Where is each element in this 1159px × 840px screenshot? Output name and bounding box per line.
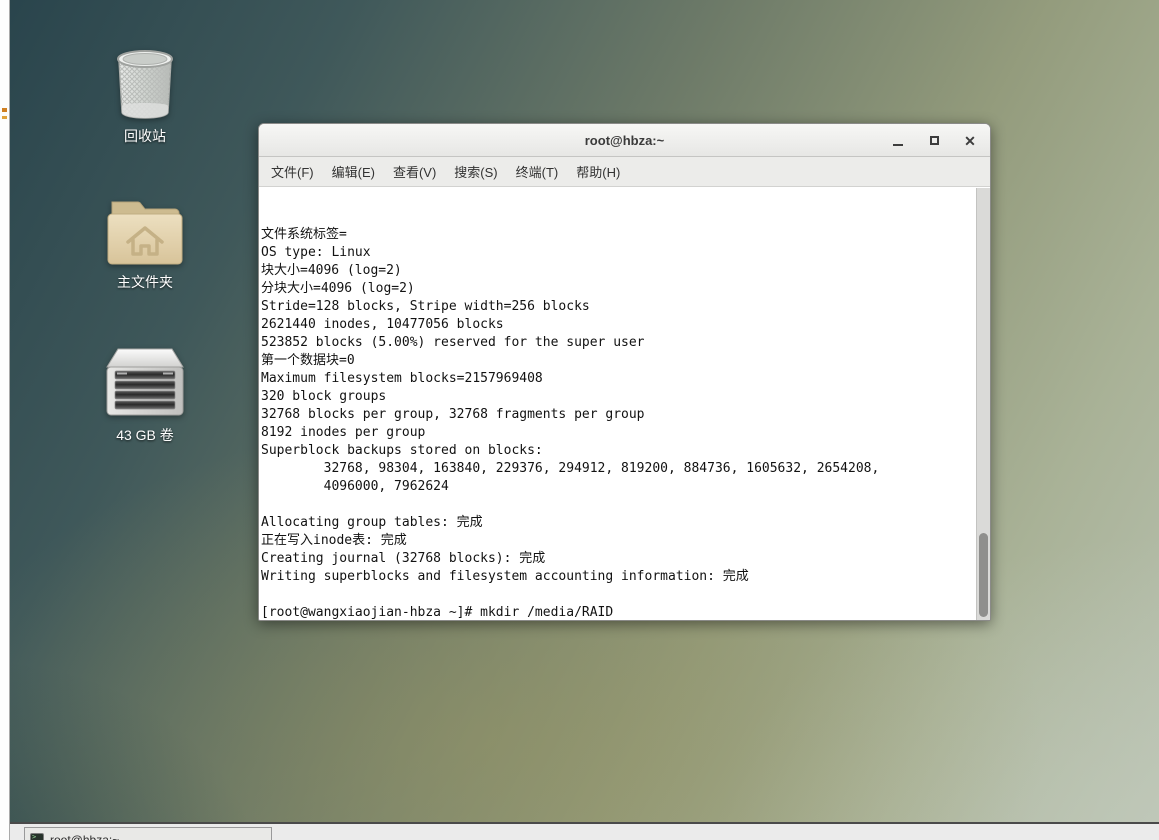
terminal-menubar: 文件(F) 编辑(E) 查看(V) 搜索(S) 终端(T) 帮助(H) xyxy=(259,157,990,187)
minimize-button[interactable] xyxy=(886,129,910,153)
trash-icon xyxy=(117,50,173,119)
terminal-line: 8192 inodes per group xyxy=(261,425,426,440)
terminal-line: OS type: Linux xyxy=(261,245,371,260)
close-icon: ✕ xyxy=(964,132,976,149)
maximize-icon xyxy=(929,136,939,145)
terminal-line: Allocating group tables: 完成 xyxy=(261,515,483,530)
terminal-line: Writing superblocks and filesystem accou… xyxy=(261,569,749,584)
terminal-scrollbar[interactable] xyxy=(976,188,990,620)
menu-item[interactable]: 编辑(E) xyxy=(323,157,384,186)
taskbar: root@hbza:~ xyxy=(10,822,1159,840)
terminal-line: 文件系统标签= xyxy=(261,227,347,242)
menu-item[interactable]: 文件(F) xyxy=(262,157,323,186)
terminal-line: 320 block groups xyxy=(261,389,387,404)
desktop-icon-label: 43 GB 卷 xyxy=(116,427,174,443)
window-title: root@hbza:~ xyxy=(584,133,665,148)
terminal-line: 第一个数据块=0 xyxy=(261,353,355,368)
terminal-line: 32768 blocks per group, 32768 fragments … xyxy=(261,407,645,422)
drive-volume-icon xyxy=(106,348,184,416)
vm-edge-strip xyxy=(0,0,10,840)
desktop-icon-label: 主文件夹 xyxy=(117,274,173,290)
terminal-line: [root@wangxiaojian-hbza ~]# mkdir /media… xyxy=(261,605,614,620)
scrollbar-thumb[interactable] xyxy=(979,533,988,617)
menu-item[interactable]: 帮助(H) xyxy=(567,157,629,186)
menu-item[interactable]: 查看(V) xyxy=(384,157,445,186)
edge-artifact-mark xyxy=(2,116,7,119)
terminal-area: 文件系统标签= OS type: Linux 块大小=4096 (log=2) 分块大… xyxy=(259,188,990,620)
terminal-line: 分块大小=4096 (log=2) xyxy=(261,281,415,296)
desktop-icon-volume[interactable]: 43 GB 卷 xyxy=(79,341,211,444)
terminal-line: 4096000, 7962624 xyxy=(261,479,449,494)
terminal-line: 块大小=4096 (log=2) xyxy=(261,263,402,278)
terminal-line: Creating journal (32768 blocks): 完成 xyxy=(261,551,546,566)
terminal-line: 32768, 98304, 163840, 229376, 294912, 81… xyxy=(261,461,888,476)
terminal-window: root@hbza:~ ✕ 文件(F) 编辑(E) 查看(V) 搜索(S) 终端(T) 帮… xyxy=(258,123,991,621)
menu-item[interactable]: 搜索(S) xyxy=(445,157,506,186)
terminal-line: Superblock backups stored on blocks: xyxy=(261,443,543,458)
home-folder-icon xyxy=(107,201,183,265)
close-button[interactable]: ✕ xyxy=(958,129,982,153)
terminal-screen[interactable]: 文件系统标签= OS type: Linux 块大小=4096 (log=2) 分块大… xyxy=(261,190,975,620)
terminal-line: 523852 blocks (5.00%) reserved for the s… xyxy=(261,335,645,350)
menu-item[interactable]: 终端(T) xyxy=(507,157,568,186)
terminal-line: 正在写入inode表: 完成 xyxy=(261,533,407,548)
maximize-button[interactable] xyxy=(922,129,946,153)
minimize-icon xyxy=(893,143,903,146)
terminal-line: 2621440 inodes, 10477056 blocks xyxy=(261,317,504,332)
window-titlebar[interactable]: root@hbza:~ ✕ xyxy=(259,124,990,157)
taskbar-task-button[interactable]: root@hbza:~ xyxy=(24,827,272,840)
desktop-icon-label: 回收站 xyxy=(124,128,166,144)
taskbar-task-label: root@hbza:~ xyxy=(50,833,120,840)
terminal-task-icon xyxy=(30,833,44,840)
terminal-line: Stride=128 blocks, Stripe width=256 bloc… xyxy=(261,299,590,314)
edge-artifact-mark xyxy=(2,108,7,112)
window-controls: ✕ xyxy=(886,124,982,157)
terminal-line: Maximum filesystem blocks=2157969408 xyxy=(261,371,543,386)
desktop-background: 回收站 主文件夹 43 GB 卷 root@hbza:~ ✕ 文件(F) 编辑(… xyxy=(0,0,1159,840)
desktop-icon-trash[interactable]: 回收站 xyxy=(79,44,211,145)
desktop-icon-home-folder[interactable]: 主文件夹 xyxy=(79,196,211,291)
